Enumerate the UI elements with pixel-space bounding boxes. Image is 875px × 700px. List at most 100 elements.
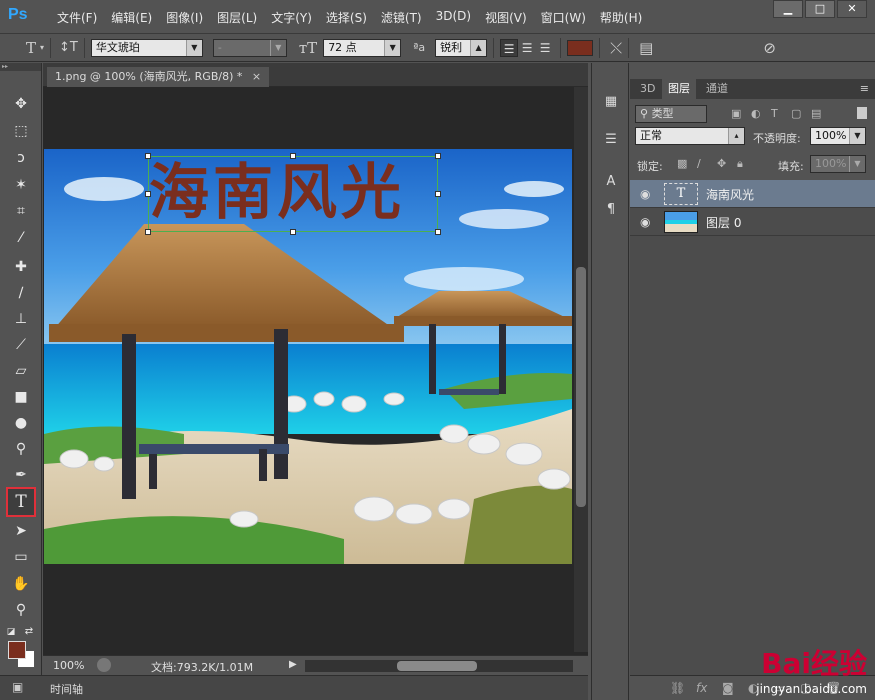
dodge-tool-icon[interactable]: ⚲ [8,438,34,460]
align-right-button[interactable]: ☰ [536,39,554,57]
timeline-icon[interactable]: ▣ [12,680,23,694]
gradient-tool-icon[interactable]: ■ [8,386,34,408]
text-bounding-box[interactable] [148,156,438,232]
type-filter-icon[interactable]: T [771,107,778,120]
foreground-color-swatch[interactable] [8,641,26,659]
antialias-select[interactable]: 锐利 ▲ [435,38,488,57]
filter-kind-select[interactable]: ⚲ 类型 [635,105,707,123]
lock-image-icon[interactable]: ∕ [697,157,701,170]
tab-channels[interactable]: 通道 [700,79,734,99]
opacity-input[interactable]: 100% ▼ [810,127,866,145]
image-filter-icon[interactable]: ▣ [731,107,741,120]
status-menu-icon[interactable] [97,658,111,672]
menu-window[interactable]: 窗口(W) [534,9,593,26]
tab-3d[interactable]: 3D [634,79,661,99]
pen-tool-icon[interactable]: ✒ [8,464,34,486]
tab-layers[interactable]: 图层 [662,79,696,99]
history-brush-tool-icon[interactable]: ⟋ [8,334,34,356]
menu-help[interactable]: 帮助(H) [593,9,649,26]
lock-all-icon[interactable]: 🔒︎ [737,157,743,171]
menu-view[interactable]: 视图(V) [478,9,534,26]
transform-handle[interactable] [435,191,441,197]
shape-filter-icon[interactable]: ▢ [791,107,801,120]
smart-object-filter-icon[interactable]: ▤ [811,107,821,120]
maximize-button[interactable]: □ [805,0,835,18]
layer-name[interactable]: 海南风光 [706,186,754,203]
rectangle-tool-icon[interactable]: ▭ [8,546,34,568]
hand-tool-icon[interactable]: ✋ [8,573,34,595]
warp-text-icon[interactable]: ⤬ [610,39,622,57]
menu-3d[interactable]: 3D(D) [429,9,478,26]
type-tool-icon[interactable]: T [6,487,36,517]
history-icon[interactable]: ☰ [599,129,623,151]
visibility-eye-icon[interactable]: ◉ [640,215,650,229]
chevron-down-icon[interactable]: ▾ [40,43,44,52]
character-panel-icon[interactable]: ▤ [639,39,653,57]
close-icon[interactable]: × [252,70,261,83]
fx-icon[interactable]: fx [696,681,707,695]
crop-tool-icon[interactable]: ⌗ [8,200,34,222]
blur-tool-icon[interactable]: ● [8,412,34,434]
type-tool-preset-icon[interactable]: T [26,39,36,57]
lock-position-icon[interactable]: ✥ [717,157,726,170]
navigator-icon[interactable]: ▦ [599,91,623,113]
horizontal-scroll-thumb[interactable] [397,661,477,671]
panel-menu-icon[interactable]: ≡ [860,82,869,95]
layer-row[interactable]: ◉ T 海南风光 [630,180,875,208]
transform-handle[interactable] [145,191,151,197]
text-color-swatch[interactable] [567,39,594,56]
transform-handle[interactable] [435,153,441,159]
filter-toggle-icon[interactable] [857,107,867,119]
blend-mode-select[interactable]: 正常 ▴ [635,127,745,145]
panel-grip[interactable]: ▸▸ [0,63,41,71]
zoom-level[interactable]: 100% [53,659,84,672]
transform-handle[interactable] [435,229,441,235]
menu-file[interactable]: 文件(F) [50,9,104,26]
transform-handle[interactable] [145,229,151,235]
zoom-tool-icon[interactable]: ⚲ [8,599,34,621]
character-icon[interactable]: A [599,171,623,193]
horizontal-scrollbar[interactable] [305,660,573,672]
menu-layer[interactable]: 图层(L) [210,9,264,26]
font-size-select[interactable]: 72 点 ▼ [323,38,402,57]
magic-wand-tool-icon[interactable]: ✶ [8,174,34,196]
text-orientation-icon[interactable]: ↕T [59,40,78,55]
swap-colors-icon[interactable]: ⇄ [22,621,36,643]
move-tool-icon[interactable]: ✥ [8,93,34,115]
font-family-select[interactable]: 华文琥珀 ▼ [90,38,203,57]
transform-handle[interactable] [290,153,296,159]
vertical-scroll-thumb[interactable] [576,267,586,507]
link-layers-icon[interactable]: ⛓ [670,681,685,695]
cancel-icon[interactable]: ⊘ [763,39,776,57]
menu-type[interactable]: 文字(Y) [264,9,319,26]
align-left-button[interactable]: ☰ [500,38,519,57]
stamp-tool-icon[interactable]: ⊥ [8,308,34,330]
eyedropper-tool-icon[interactable]: ⁄ [8,227,34,249]
layer-row[interactable]: ◉ 图层 0 [630,208,875,236]
font-style-select[interactable]: - ▼ [212,38,287,57]
paragraph-icon[interactable]: ¶ [599,199,623,221]
minimize-button[interactable]: ▁ [773,0,803,18]
path-selection-tool-icon[interactable]: ➤ [8,520,34,542]
menu-edit[interactable]: 编辑(E) [104,9,159,26]
visibility-eye-icon[interactable]: ◉ [640,187,650,201]
add-mask-icon[interactable]: ◙ [722,681,734,695]
healing-brush-tool-icon[interactable]: ✚ [8,256,34,278]
lasso-tool-icon[interactable]: ↄ [8,147,34,169]
close-window-button[interactable]: ✕ [837,0,867,18]
menu-image[interactable]: 图像(I) [159,9,210,26]
adjustment-filter-icon[interactable]: ◐ [751,107,761,120]
menu-filter[interactable]: 滤镜(T) [374,9,429,26]
default-colors-icon[interactable]: ◪ [4,621,18,643]
transform-handle[interactable] [290,229,296,235]
lock-transparent-icon[interactable]: ▩ [677,157,687,170]
timeline-label[interactable]: 时间轴 [50,681,83,697]
eraser-tool-icon[interactable]: ▱ [8,360,34,382]
canvas[interactable]: 海南风光 [44,149,572,564]
layer-name[interactable]: 图层 0 [706,214,741,231]
brush-tool-icon[interactable]: ∕ [8,282,34,304]
marquee-tool-icon[interactable]: ⬚ [8,120,34,142]
status-arrow-icon[interactable]: ▶ [289,659,297,670]
transform-handle[interactable] [145,153,151,159]
fill-input[interactable]: 100% ▼ [810,155,866,173]
